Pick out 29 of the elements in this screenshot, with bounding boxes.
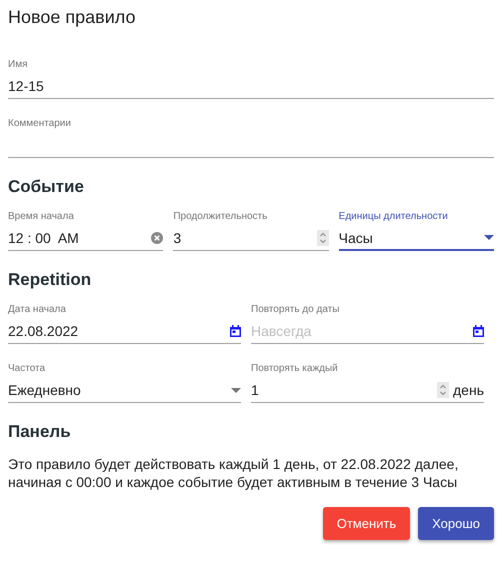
- unit-label: день: [453, 382, 484, 398]
- calendar-icon[interactable]: [473, 325, 484, 337]
- input-field[interactable]: 12-15: [8, 74, 494, 99]
- dropdown-caret-icon[interactable]: [231, 388, 241, 392]
- input-field[interactable]: 12 : 00 AM: [8, 226, 164, 251]
- input-field[interactable]: 22.08.2022: [8, 319, 241, 344]
- section-heading: Repetition: [8, 269, 92, 291]
- calendar-icon[interactable]: [230, 325, 241, 337]
- field-label: Имя: [8, 58, 28, 72]
- input-field[interactable]: 3: [173, 226, 329, 251]
- field-label: Дата начала: [8, 303, 66, 317]
- dialog-title: Новое правило: [8, 6, 136, 28]
- dropdown-caret-icon[interactable]: [484, 235, 494, 240]
- field-label: Продолжительность: [173, 210, 268, 224]
- field-label: Повторять до даты: [251, 303, 340, 317]
- input-field[interactable]: 1 день: [251, 378, 484, 403]
- dropdown-field[interactable]: Часы: [338, 226, 494, 251]
- field-label: Частота: [8, 362, 46, 376]
- field-label: Время начала: [8, 210, 74, 224]
- section-heading: Панель: [8, 421, 72, 443]
- ok-button[interactable]: Хорошо: [418, 507, 494, 540]
- field-label: Комментарии: [8, 117, 71, 131]
- summary-text: Это правило будет действовать каждый 1 день, от 22.08.2022 далее, начиная с 00:00 и каждое событие будет активным в течение 3 Часы: [8, 455, 460, 491]
- dropdown-field[interactable]: Ежедневно: [8, 378, 241, 403]
- field-label: Повторять каждый: [251, 362, 338, 376]
- section-heading: Событие: [8, 176, 85, 198]
- cancel-button[interactable]: Отменить: [322, 507, 410, 540]
- field-label: Единицы длительности: [338, 210, 448, 224]
- clear-icon[interactable]: [151, 232, 164, 244]
